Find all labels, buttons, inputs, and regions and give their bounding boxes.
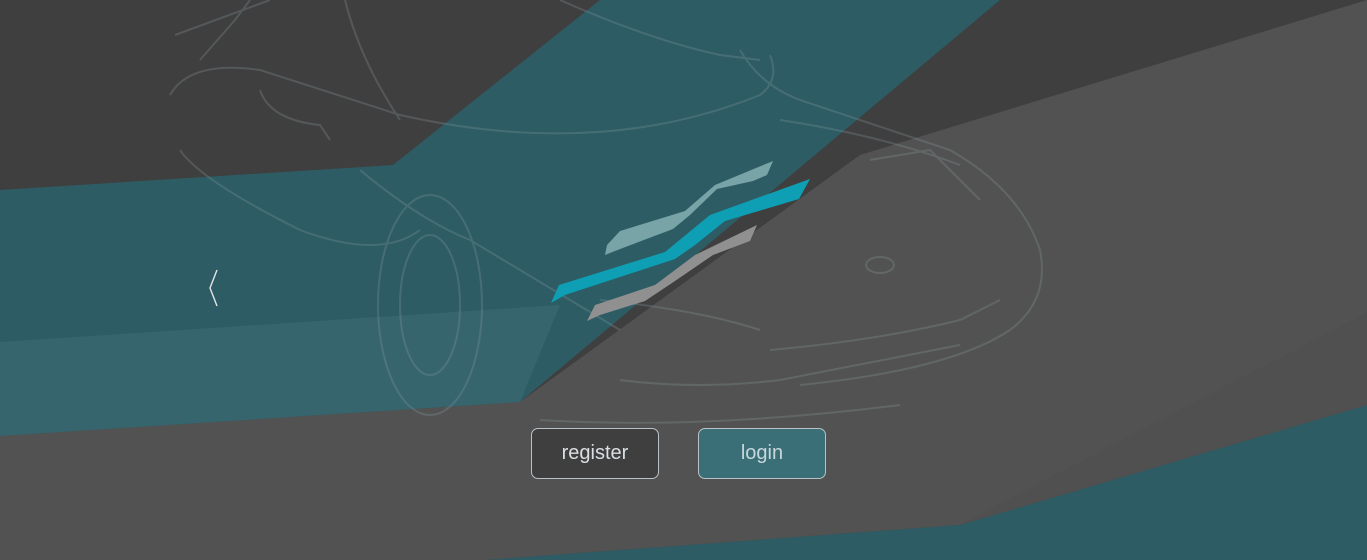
- speed-stripes-logo-icon: [551, 161, 810, 321]
- register-button[interactable]: register: [531, 428, 659, 479]
- landing-screen: register login: [0, 0, 1367, 560]
- logo-stripe-middle: [551, 179, 810, 303]
- login-button[interactable]: login: [698, 428, 826, 479]
- chevron-left-icon[interactable]: [200, 266, 230, 310]
